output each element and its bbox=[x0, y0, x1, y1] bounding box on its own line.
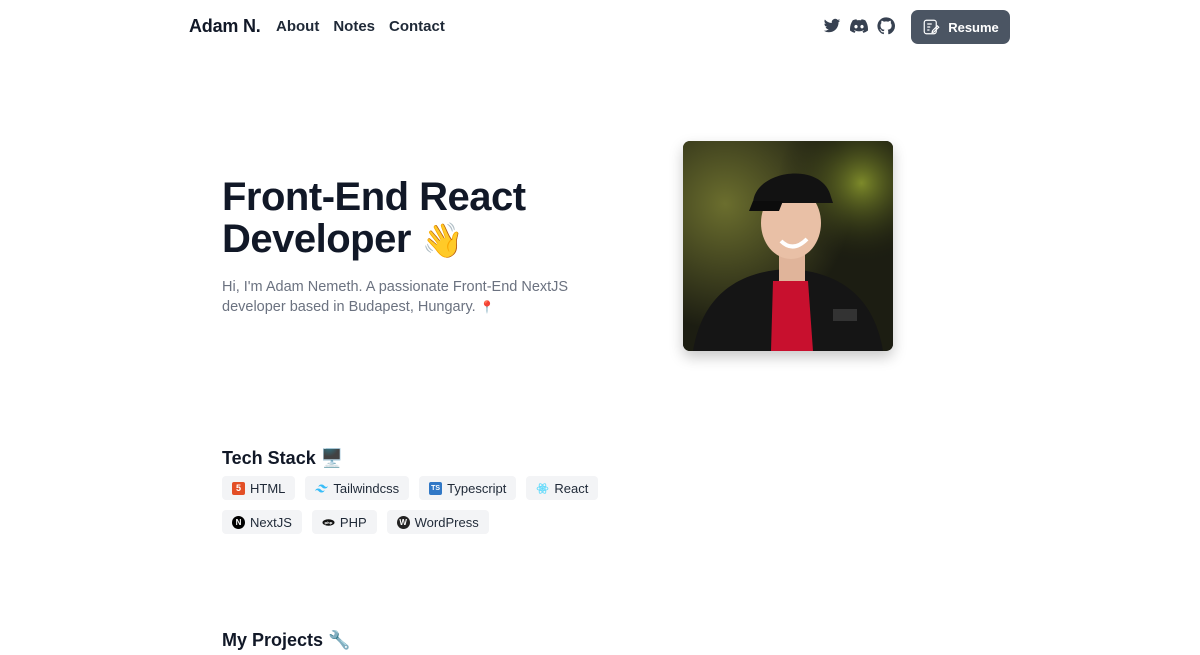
tailwind-icon bbox=[315, 482, 329, 495]
chip-label: React bbox=[554, 480, 589, 496]
tech-chip-typescript[interactable]: TS Typescript bbox=[419, 476, 517, 500]
nav-links: About Notes Contact bbox=[276, 18, 445, 35]
github-icon[interactable] bbox=[876, 16, 895, 35]
php-icon: php bbox=[322, 516, 335, 529]
resume-label: Resume bbox=[948, 19, 999, 35]
wordpress-icon: W bbox=[396, 515, 410, 529]
profile-photo bbox=[683, 141, 893, 351]
tech-chip-php[interactable]: php PHP bbox=[311, 510, 377, 534]
hero-subtitle-text: Hi, I'm Adam Nemeth. A passionate Front-… bbox=[222, 279, 569, 315]
computer-emoji-icon: 🖥️ bbox=[320, 448, 344, 468]
pin-icon: 📍 bbox=[479, 300, 495, 314]
tech-chip-wordpress[interactable]: W WordPress bbox=[386, 510, 489, 534]
chip-label: Typescript bbox=[447, 480, 507, 496]
hero-title-line1: Front-End React bbox=[222, 175, 526, 219]
tech-chip-nextjs[interactable]: N NextJS bbox=[222, 510, 302, 534]
wrench-emoji-icon: 🔧 bbox=[328, 630, 351, 650]
hero-title-line2: Developer bbox=[222, 217, 411, 261]
social-links bbox=[822, 16, 895, 35]
chip-label: PHP bbox=[339, 514, 367, 530]
twitter-icon[interactable] bbox=[822, 16, 841, 35]
svg-text:php: php bbox=[324, 520, 332, 524]
top-nav: Adam N. About Notes Contact Resume bbox=[0, 0, 1200, 56]
tech-stack-row-1: 5 HTML Tailwindcss TS Typescript React bbox=[222, 476, 622, 500]
edit-document-icon bbox=[923, 19, 940, 35]
nav-link-about[interactable]: About bbox=[276, 18, 319, 35]
wave-emoji-icon: 👋 bbox=[421, 222, 464, 260]
page: Adam N. About Notes Contact Resume Front… bbox=[0, 0, 1200, 655]
nextjs-icon: N bbox=[232, 515, 245, 529]
html5-icon: 5 bbox=[232, 481, 245, 495]
tech-stack-list: 5 HTML Tailwindcss TS Typescript React N… bbox=[222, 476, 622, 544]
brand-logo[interactable]: Adam N. bbox=[189, 16, 261, 37]
nav-link-contact[interactable]: Contact bbox=[389, 18, 445, 35]
hero-subtitle: Hi, I'm Adam Nemeth. A passionate Front-… bbox=[222, 277, 582, 317]
tech-chip-html[interactable]: 5 HTML bbox=[222, 476, 296, 500]
discord-icon[interactable] bbox=[849, 16, 868, 35]
projects-title: My Projects 🔧 bbox=[222, 630, 351, 650]
tech-stack-row-2: N NextJS php PHP W WordPress bbox=[222, 510, 622, 534]
chip-label: HTML bbox=[250, 480, 286, 496]
nav-link-notes[interactable]: Notes bbox=[333, 18, 375, 35]
tech-chip-react[interactable]: React bbox=[526, 476, 599, 500]
react-icon bbox=[536, 482, 549, 495]
profile-photo-art bbox=[683, 141, 893, 351]
tech-stack-title: Tech Stack 🖥️ bbox=[222, 448, 344, 468]
chip-label: NextJS bbox=[250, 514, 292, 530]
resume-button[interactable]: Resume bbox=[911, 10, 1010, 44]
typescript-icon: TS bbox=[429, 481, 443, 495]
tech-chip-tailwindcss[interactable]: Tailwindcss bbox=[305, 476, 410, 500]
chip-label: Tailwindcss bbox=[333, 480, 400, 496]
chip-label: WordPress bbox=[414, 514, 479, 530]
hero-title: Front-End React Developer 👋 bbox=[222, 176, 526, 262]
